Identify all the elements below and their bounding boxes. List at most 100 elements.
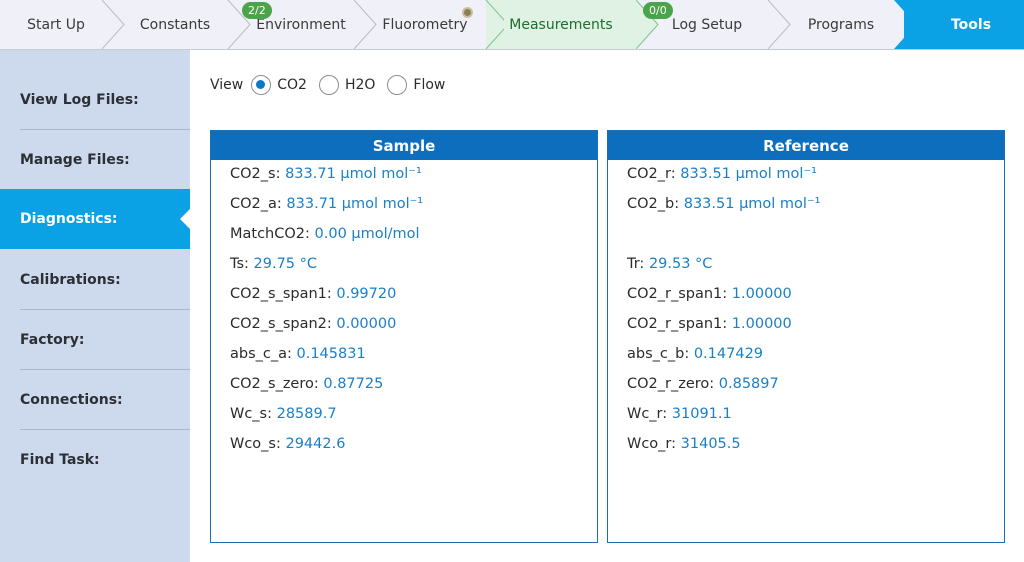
sample-row: Ts: 29.75 °C (230, 256, 317, 272)
radio-co2[interactable]: CO2 (251, 75, 307, 95)
tab-log-setup-label: Log Setup (671, 16, 743, 33)
tab-constants[interactable]: Constants (112, 0, 238, 49)
tab-programs[interactable]: Programs (778, 0, 904, 49)
field-label: Tr: (627, 256, 645, 272)
field-label: CO2_a: (230, 196, 282, 212)
field-value: 833.71 µmol mol⁻¹ (285, 166, 422, 182)
reference-row: abs_c_b: 0.147429 (627, 346, 763, 362)
field-label: Ts: (230, 256, 249, 272)
sample-row: MatchCO2: 0.00 µmol/mol (230, 226, 420, 242)
sample-panel: Sample CO2_s: 833.71 µmol mol⁻¹ CO2_a: 8… (210, 130, 598, 543)
log-setup-count-badge: 0/0 (643, 2, 673, 19)
radio-flow[interactable]: Flow (387, 75, 445, 95)
field-label: CO2_s_span2: (230, 316, 332, 332)
reference-panel-title: Reference (608, 131, 1004, 160)
field-label: CO2_b: (627, 196, 680, 212)
tab-environment-label: Environment (256, 16, 346, 33)
field-label: CO2_r_span1: (627, 286, 728, 302)
field-value: 31405.5 (680, 436, 741, 452)
reference-row: CO2_r: 833.51 µmol mol⁻¹ (627, 166, 817, 182)
field-label: Wco_s: (230, 436, 281, 452)
tab-start-up[interactable]: Start Up (0, 0, 112, 49)
view-label: View (210, 77, 244, 93)
sidebar-item-label: Diagnostics: (20, 211, 118, 227)
field-label: abs_c_a: (230, 346, 292, 362)
sidebar-item-label: Manage Files: (20, 152, 130, 168)
sidebar: View Log Files: Manage Files: Diagnostic… (0, 50, 190, 562)
field-value: 833.51 µmol mol⁻¹ (683, 196, 821, 212)
radio-unselected-icon[interactable] (318, 75, 339, 95)
status-dot-icon (462, 7, 473, 18)
tab-constants-label: Constants (139, 16, 211, 33)
sidebar-item-view-log-files[interactable]: View Log Files: (0, 70, 190, 130)
reference-row: CO2_r_span1: 1.00000 (627, 316, 792, 332)
field-label: Wc_r: (627, 406, 668, 422)
sidebar-item-label: Connections: (20, 392, 123, 408)
tab-tools[interactable]: Tools (904, 0, 1024, 49)
sidebar-item-diagnostics[interactable]: Diagnostics: (0, 189, 190, 249)
field-value: 0.87725 (323, 376, 384, 392)
field-label: CO2_r_zero: (627, 376, 715, 392)
tab-start-up-label: Start Up (27, 16, 85, 33)
tab-programs-label: Programs (807, 16, 875, 33)
reference-row: Tr: 29.53 °C (627, 256, 712, 272)
radio-co2-label: CO2 (277, 77, 307, 93)
field-label: CO2_r_span1: (627, 316, 728, 332)
reference-panel: Reference CO2_r: 833.51 µmol mol⁻¹ CO2_b… (607, 130, 1005, 543)
sample-panel-title: Sample (211, 131, 597, 160)
sample-row: CO2_s_zero: 0.87725 (230, 376, 383, 392)
field-label: CO2_r: (627, 166, 676, 182)
field-value: 29.75 °C (253, 256, 318, 272)
sidebar-item-factory[interactable]: Factory: (0, 310, 190, 370)
field-value: 0.85897 (718, 376, 779, 392)
top-tab-bar: Start Up Constants Environment Fluoromet… (0, 0, 1024, 50)
sidebar-item-find-task[interactable]: Find Task: (0, 430, 190, 490)
tab-measurements-label: Measurements (509, 16, 613, 33)
field-value: 28589.7 (276, 406, 337, 422)
sidebar-item-label: Find Task: (20, 452, 100, 468)
sidebar-item-manage-files[interactable]: Manage Files: (0, 130, 190, 190)
reference-row: CO2_r_zero: 0.85897 (627, 376, 779, 392)
sample-row: abs_c_a: 0.145831 (230, 346, 366, 362)
tab-tools-label: Tools (950, 16, 992, 33)
radio-h2o-label: H2O (344, 77, 376, 93)
field-label: Wco_r: (627, 436, 677, 452)
radio-selected-icon[interactable] (251, 75, 272, 95)
field-value: 29442.6 (285, 436, 346, 452)
sample-row: CO2_a: 833.71 µmol mol⁻¹ (230, 196, 423, 212)
tab-fluorometry-label: Fluorometry (382, 16, 468, 33)
sample-row: Wco_s: 29442.6 (230, 436, 345, 452)
sidebar-item-connections[interactable]: Connections: (0, 370, 190, 430)
field-label: abs_c_b: (627, 346, 690, 362)
sample-row: CO2_s: 833.71 µmol mol⁻¹ (230, 166, 422, 182)
view-selector: View CO2 H2O Flow (210, 74, 457, 96)
field-label: MatchCO2: (230, 226, 310, 242)
field-value: 0.147429 (693, 346, 764, 362)
field-value: 29.53 °C (648, 256, 713, 272)
field-label: Wc_s: (230, 406, 272, 422)
field-value: 833.51 µmol mol⁻¹ (680, 166, 817, 182)
pointer-arrow-icon (180, 209, 190, 229)
field-value: 31091.1 (671, 406, 732, 422)
environment-count-badge: 2/2 (242, 2, 272, 19)
reference-row: CO2_r_span1: 1.00000 (627, 286, 792, 302)
field-label: CO2_s_span1: (230, 286, 332, 302)
reference-row: CO2_b: 833.51 µmol mol⁻¹ (627, 196, 820, 212)
sidebar-item-calibrations[interactable]: Calibrations: (0, 250, 190, 310)
sample-row: Wc_s: 28589.7 (230, 406, 337, 422)
field-value: 833.71 µmol mol⁻¹ (286, 196, 424, 212)
field-value: 0.00000 (336, 316, 397, 332)
sample-row: CO2_s_span1: 0.99720 (230, 286, 396, 302)
radio-h2o[interactable]: H2O (318, 75, 376, 95)
sidebar-item-label: Factory: (20, 332, 85, 348)
tab-measurements[interactable]: Measurements (486, 0, 636, 49)
field-value: 0.99720 (336, 286, 397, 302)
sidebar-item-label: View Log Files: (20, 92, 139, 108)
sample-row: CO2_s_span2: 0.00000 (230, 316, 396, 332)
radio-unselected-icon[interactable] (387, 75, 408, 95)
reference-row: Wc_r: 31091.1 (627, 406, 732, 422)
sidebar-item-label: Calibrations: (20, 272, 121, 288)
field-label: CO2_s_zero: (230, 376, 319, 392)
field-value: 1.00000 (731, 316, 792, 332)
field-label: CO2_s: (230, 166, 281, 182)
